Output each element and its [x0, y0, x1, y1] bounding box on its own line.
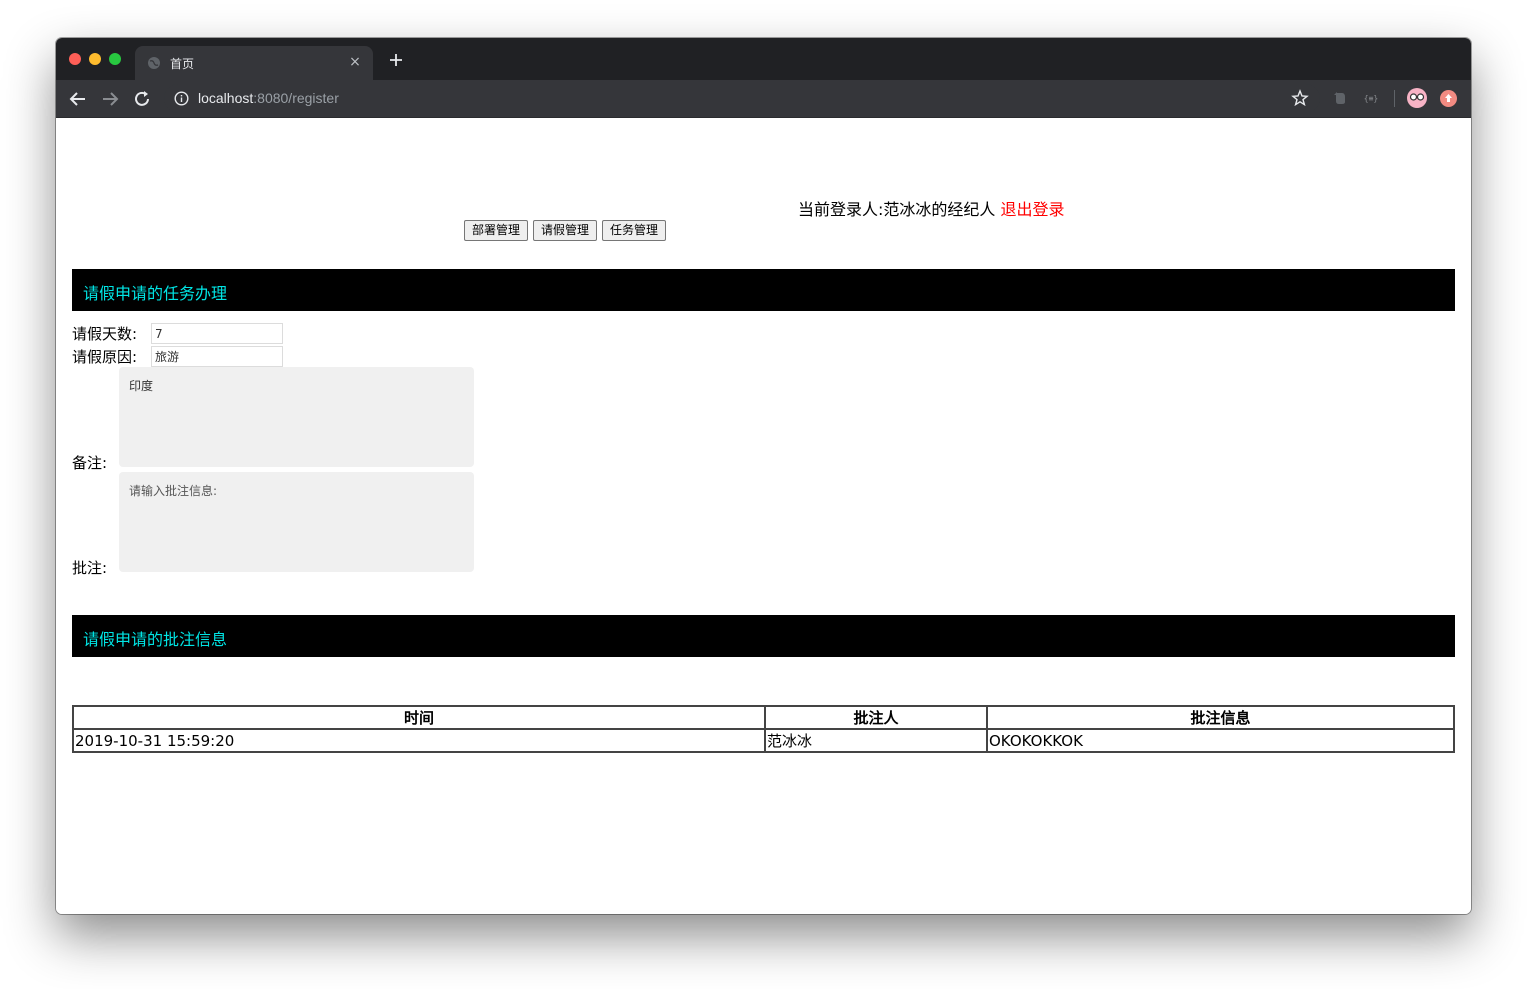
leave-reason-input[interactable] [151, 346, 283, 367]
cell-time: 2019-10-31 15:59:20 [72, 728, 766, 753]
tab-bar: 首页 × [56, 38, 1471, 80]
remark-textarea[interactable]: 印度 [119, 367, 474, 467]
new-tab-icon[interactable] [386, 50, 406, 70]
browser-toolbar: localhost:8080/register {≡} [56, 80, 1471, 118]
tab-close-icon[interactable]: × [347, 54, 363, 70]
back-arrow-icon[interactable] [67, 88, 89, 110]
url-text[interactable]: localhost:8080/register [198, 90, 339, 106]
toolbar-divider [1394, 90, 1395, 107]
globe-icon [148, 57, 160, 69]
remark-label: 备注: [72, 454, 108, 472]
url-host: localhost [198, 90, 254, 106]
task-section-title: 请假申请的任务办理 [83, 284, 228, 303]
window-maximize-button[interactable] [109, 53, 121, 65]
current-user-text: 当前登录人:范冰冰的经纪人 [798, 200, 996, 219]
column-header-commenter: 批注人 [764, 705, 988, 730]
forward-arrow-icon[interactable] [99, 88, 121, 110]
tab-title: 首页 [170, 57, 195, 71]
page-content: 当前登录人:范冰冰的经纪人 退出登录 部署管理 请假管理 任务管理 请假申请的任… [56, 118, 1471, 914]
comments-section-header: 请假申请的批注信息 [72, 615, 1455, 657]
window-close-button[interactable] [69, 53, 81, 65]
browser-window: 首页 × localhost:8080/register {≡} 当前登录人:范… [56, 38, 1471, 914]
window-minimize-button[interactable] [89, 53, 101, 65]
comments-section-title: 请假申请的批注信息 [83, 630, 228, 649]
bookmark-star-icon[interactable] [1291, 89, 1309, 107]
comments-table: 时间 批注人 批注信息 2019-10-31 15:59:20 范冰冰 OKOK… [72, 705, 1455, 753]
comment-textarea[interactable] [119, 472, 474, 572]
table-row: 2019-10-31 15:59:20 范冰冰 OKOKOKKOK [72, 728, 1455, 753]
info-icon[interactable] [174, 91, 189, 106]
evernote-extension-icon[interactable] [1331, 89, 1349, 107]
leave-reason-label: 请假原因: [72, 348, 138, 366]
logout-link[interactable]: 退出登录 [1001, 200, 1065, 219]
leave-days-input[interactable] [151, 323, 283, 344]
url-path: :8080/register [253, 90, 339, 106]
cell-message: OKOKOKKOK [986, 728, 1455, 753]
reload-icon[interactable] [131, 88, 153, 110]
json-extension-icon[interactable]: {≡} [1362, 89, 1380, 107]
cell-commenter: 范冰冰 [764, 728, 988, 753]
task-section-header: 请假申请的任务办理 [72, 269, 1455, 311]
profile-avatar-icon[interactable] [1407, 88, 1427, 108]
comment-label: 批注: [72, 559, 108, 577]
task-management-button[interactable]: 任务管理 [602, 220, 666, 241]
deploy-management-button[interactable]: 部署管理 [464, 220, 528, 241]
address-bar[interactable]: localhost:8080/register [164, 84, 1320, 113]
update-arrow-icon[interactable] [1440, 90, 1457, 107]
leave-management-button[interactable]: 请假管理 [533, 220, 597, 241]
login-info: 当前登录人:范冰冰的经纪人 退出登录 [798, 196, 1065, 220]
tab-home[interactable]: 首页 × [135, 46, 373, 80]
column-header-time: 时间 [72, 705, 766, 730]
column-header-message: 批注信息 [986, 705, 1455, 730]
svg-text:{≡}: {≡} [1364, 94, 1378, 103]
leave-days-label: 请假天数: [72, 325, 138, 343]
table-header-row: 时间 批注人 批注信息 [72, 705, 1455, 730]
